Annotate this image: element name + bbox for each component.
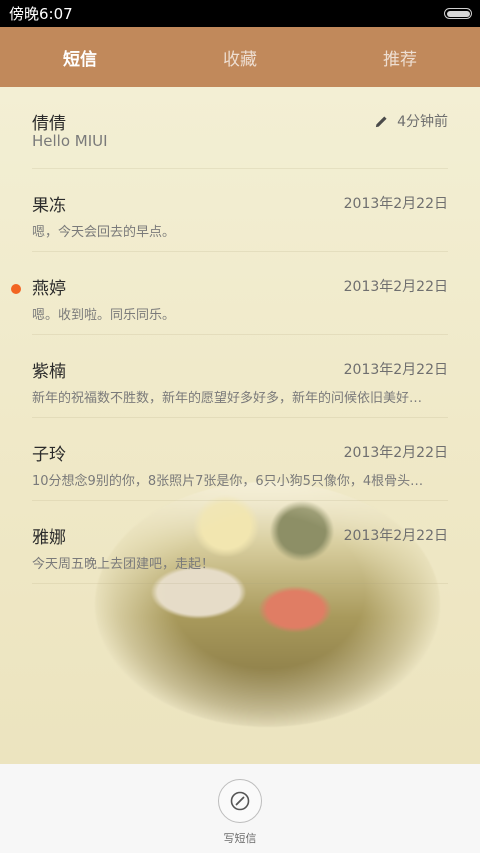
conversation-item[interactable]: 果冻 2013年2月22日 嗯，今天会回去的早点。 xyxy=(32,169,448,252)
compose-button[interactable] xyxy=(218,779,262,823)
contact-name: 子玲 xyxy=(32,445,66,465)
unread-indicator xyxy=(11,284,21,294)
conversation-item[interactable]: 燕婷 2013年2月22日 嗯。收到啦。同乐同乐。 xyxy=(11,252,448,335)
contact-name: 倩倩 xyxy=(32,114,66,134)
message-snippet: 今天周五晚上去团建吧，走起！ xyxy=(32,557,215,572)
message-snippet: Hello MIUI xyxy=(32,132,108,150)
status-bar: 傍晚6:07 xyxy=(0,0,480,27)
contact-name: 燕婷 xyxy=(32,279,66,299)
message-time: 4分钟前 xyxy=(374,111,448,131)
conversation-item[interactable]: 倩倩 4分钟前 Hello MIUI xyxy=(32,87,448,169)
contact-name: 雅娜 xyxy=(32,528,66,548)
tab-favorites[interactable]: 收藏 xyxy=(160,27,320,87)
bottom-bar: 写短信 xyxy=(0,764,480,853)
message-snippet: 嗯，今天会回去的早点。 xyxy=(32,225,176,240)
conversation-item[interactable]: 紫楠 2013年2月22日 新年的祝福数不胜数，新年的愿望好多好多，新年的问候依… xyxy=(32,335,448,418)
pencil-icon xyxy=(375,115,387,127)
tab-bar: 短信 收藏 推荐 xyxy=(0,27,480,87)
conversation-item[interactable]: 子玲 2013年2月22日 10分想念9别的你，8张照片7张是你，6只小狗5只像… xyxy=(32,418,448,501)
conversation-list: 倩倩 4分钟前 Hello MIUI 果冻 2013年2月22日 嗯，今天会回去… xyxy=(0,87,480,584)
compose-icon xyxy=(230,791,250,811)
message-time: 2013年2月22日 xyxy=(343,528,448,544)
contact-name: 紫楠 xyxy=(32,362,66,382)
conversation-item[interactable]: 雅娜 2013年2月22日 今天周五晚上去团建吧，走起！ xyxy=(32,501,448,584)
message-snippet: 新年的祝福数不胜数，新年的愿望好多好多，新年的问候依旧美好… xyxy=(32,391,423,406)
message-snippet: 嗯。收到啦。同乐同乐。 xyxy=(32,308,176,323)
message-time: 2013年2月22日 xyxy=(343,196,448,212)
tab-messages[interactable]: 短信 xyxy=(0,27,160,87)
tab-recommended[interactable]: 推荐 xyxy=(320,27,480,87)
battery-icon xyxy=(444,8,472,19)
conversation-list-area: 倩倩 4分钟前 Hello MIUI 果冻 2013年2月22日 嗯，今天会回去… xyxy=(0,87,480,764)
compose-label: 写短信 xyxy=(223,832,257,845)
message-time-text: 4分钟前 xyxy=(397,114,448,130)
status-time: 傍晚6:07 xyxy=(9,5,73,23)
message-snippet: 10分想念9别的你，8张照片7张是你，6只小狗5只像你，4根骨头… xyxy=(32,474,424,489)
message-time: 2013年2月22日 xyxy=(343,445,448,461)
contact-name: 果冻 xyxy=(32,196,66,216)
message-time: 2013年2月22日 xyxy=(343,362,448,378)
message-time: 2013年2月22日 xyxy=(343,279,448,295)
